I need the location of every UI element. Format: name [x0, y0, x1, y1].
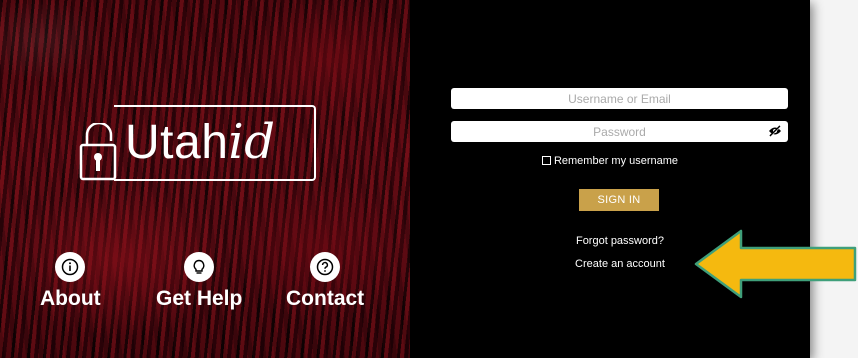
arrow-annotation-icon [694, 229, 857, 299]
question-icon [310, 252, 341, 282]
remember-checkbox[interactable] [541, 155, 551, 165]
login-panel: Remember my username SIGN IN Forgot pass… [410, 0, 810, 358]
login-window: Utahid About Get Help Contact Username o… [0, 0, 810, 358]
info-icon [55, 252, 86, 282]
nav-contact[interactable]: Contact [286, 252, 364, 311]
logo-wordmark: Utahid [125, 114, 276, 170]
password-input[interactable] [451, 121, 788, 142]
username-input[interactable] [451, 88, 788, 109]
sign-in-button[interactable]: SIGN IN [579, 189, 659, 211]
lightbulb-icon [184, 252, 215, 282]
nav-about-label: About [40, 287, 101, 310]
padlock-icon [79, 123, 117, 181]
remember-username-row[interactable]: Remember my username [410, 155, 810, 167]
nav-about[interactable]: About [40, 252, 101, 311]
remember-label: Remember my username [553, 155, 679, 167]
nav-get-help[interactable]: Get Help [156, 252, 242, 311]
hide-password-icon[interactable] [768, 125, 782, 137]
utahid-logo: Utahid [79, 105, 316, 181]
hero-image-panel: Utahid About Get Help Contact [0, 0, 410, 358]
nav-contact-label: Contact [286, 287, 365, 310]
password-field-wrap [451, 121, 788, 142]
nav-get-help-label: Get Help [156, 287, 243, 310]
